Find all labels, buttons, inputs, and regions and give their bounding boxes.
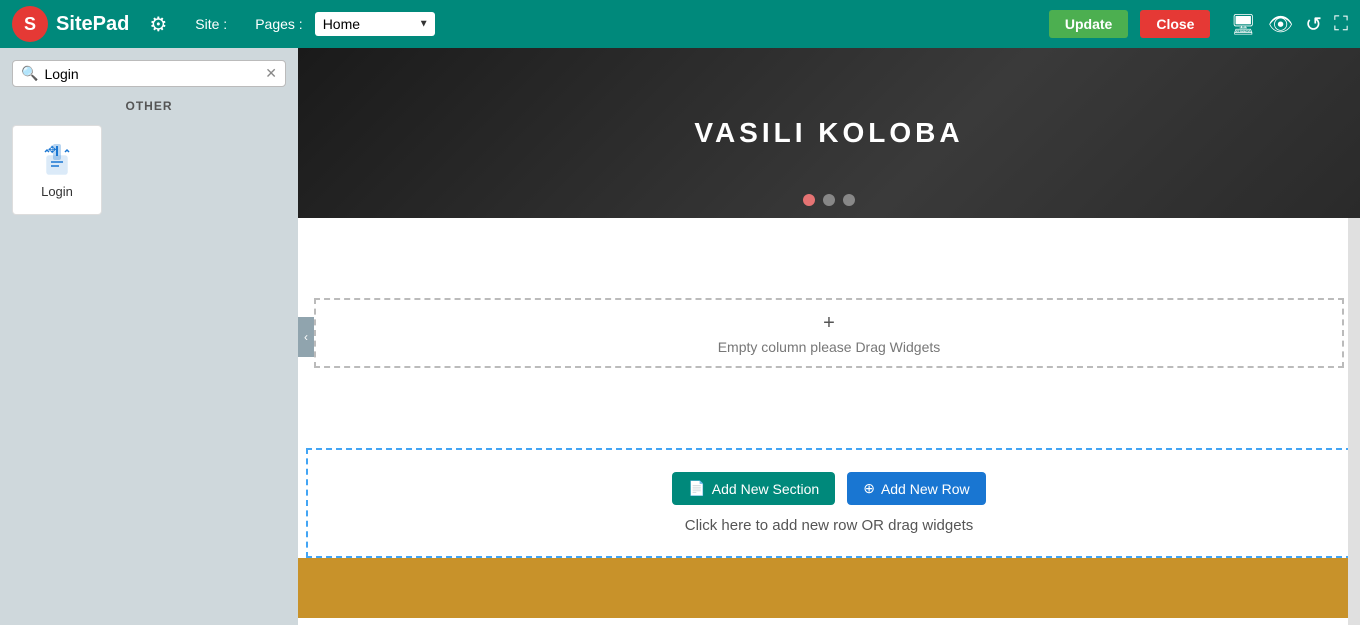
login-widget-label: Login — [41, 184, 73, 199]
history-icon[interactable]: ↺ — [1305, 12, 1322, 37]
sidebar: 🔍 ✕ OTHER ✥ Login — [0, 48, 298, 625]
add-new-row-button[interactable]: ⊕ Add New Row — [847, 472, 985, 505]
pages-select-wrapper[interactable]: Home About Contact — [315, 12, 435, 36]
content-area: ‹ VASILI KOLOBA + Empty column please Dr… — [298, 48, 1360, 625]
clear-icon[interactable]: ✕ — [265, 65, 277, 82]
white-space-2 — [298, 368, 1360, 448]
login-widget-icon: ✥ — [39, 142, 75, 178]
site-label: Site : — [195, 16, 227, 32]
collapse-arrow[interactable]: ‹ — [298, 317, 314, 357]
add-section-buttons: 📄 Add New Section ⊕ Add New Row — [672, 472, 985, 505]
search-input[interactable] — [44, 66, 259, 82]
add-section-area[interactable]: 📄 Add New Section ⊕ Add New Row Click he… — [306, 448, 1352, 558]
logo-text: SitePad — [56, 13, 129, 36]
sitemap-icon[interactable]: ⛶ — [1334, 13, 1348, 36]
add-new-section-button[interactable]: 📄 Add New Section — [672, 472, 835, 505]
gear-icon[interactable]: ⚙ — [149, 12, 167, 37]
footer-section — [298, 558, 1360, 618]
section-icon: 📄 — [688, 480, 705, 497]
header: S SitePad ⚙ Site : Pages : Home About Co… — [0, 0, 1360, 48]
logo-icon: S — [12, 6, 48, 42]
carousel-dot-3[interactable] — [843, 194, 855, 206]
monitor-icon[interactable]: 🖥 — [1230, 12, 1255, 37]
hero-section: VASILI KOLOBA — [298, 48, 1360, 218]
update-button[interactable]: Update — [1049, 10, 1128, 38]
eye-icon[interactable]: 👁 — [1268, 12, 1293, 37]
search-box: 🔍 ✕ — [12, 60, 286, 87]
pages-select[interactable]: Home About Contact — [315, 12, 435, 36]
search-icon: 🔍 — [21, 65, 38, 82]
other-label: OTHER — [12, 99, 286, 113]
pages-label: Pages : — [255, 16, 302, 32]
white-space-1 — [298, 218, 1360, 298]
plus-icon: + — [823, 312, 835, 335]
close-button[interactable]: Close — [1140, 10, 1210, 38]
carousel-dot-2[interactable] — [823, 194, 835, 206]
plus-circle-icon: ⊕ — [863, 480, 875, 497]
add-hint-text: Click here to add new row OR drag widget… — [685, 517, 973, 534]
empty-column-text: Empty column please Drag Widgets — [718, 339, 941, 355]
header-icons: 🖥 👁 ↺ ⛶ — [1230, 12, 1348, 37]
main-layout: 🔍 ✕ OTHER ✥ Login — [0, 48, 1360, 625]
carousel-dots — [803, 194, 855, 206]
login-widget[interactable]: ✥ Login — [12, 125, 102, 215]
carousel-dot-1[interactable] — [803, 194, 815, 206]
svg-text:✥: ✥ — [48, 145, 56, 156]
empty-column-section[interactable]: + Empty column please Drag Widgets — [314, 298, 1344, 368]
hero-title: VASILI KOLOBA — [694, 117, 963, 149]
logo-area: S SitePad — [12, 6, 129, 42]
